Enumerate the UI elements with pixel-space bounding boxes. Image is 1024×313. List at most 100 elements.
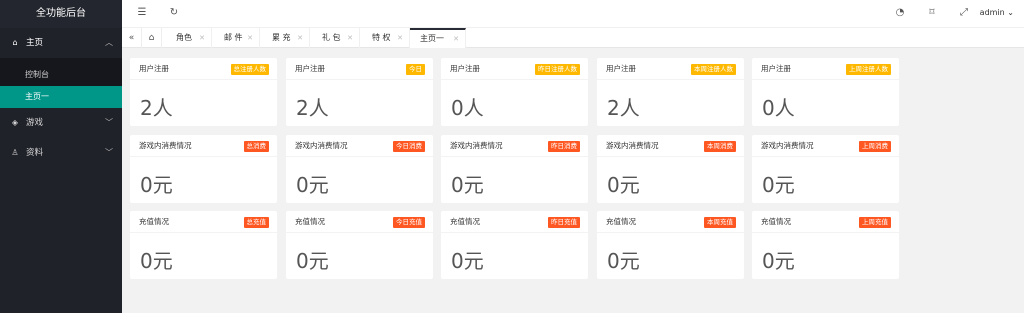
tab-role[interactable]: 角色 ✕ — [166, 28, 212, 48]
card-badge: 今日消费 — [393, 141, 425, 152]
top-header: ☰ ↻ ◔ ⌑ ⤢ admin ⌄ — [122, 0, 1024, 28]
card-header: 充值情况 今日充值 — [286, 211, 433, 233]
stat-card: 游戏内消费情况 总消费 0元 — [130, 135, 277, 203]
tab-home1[interactable]: 主页一 ✕ — [410, 28, 466, 48]
card-header: 用户注册 昨日注册人数 — [441, 58, 588, 80]
stat-card: 用户注册 上周注册人数 0人 — [752, 58, 899, 126]
tab-recharge-total[interactable]: 累 充 ✕ — [262, 28, 310, 48]
card-title: 游戏内消费情况 — [139, 141, 192, 150]
card-value: 0元 — [140, 173, 173, 197]
card-value: 0元 — [762, 249, 795, 273]
sidebar-item-game[interactable]: ◈ 游戏 ﹀ — [0, 108, 122, 138]
card-value: 2人 — [607, 96, 640, 120]
tab-bar: « ⌂ 角色 ✕ 邮 件 ✕ 累 充 ✕ 礼 包 ✕ 特 权 ✕ 主页一 ✕ — [122, 28, 1024, 48]
user-menu[interactable]: admin ⌄ — [980, 8, 1014, 17]
tab-label: 角色 — [176, 33, 192, 42]
close-icon[interactable]: ✕ — [247, 28, 253, 48]
card-value: 0元 — [607, 173, 640, 197]
app-logo-title: 全功能后台 — [0, 0, 122, 28]
card-value: 2人 — [296, 96, 329, 120]
card-badge: 今日 — [406, 64, 425, 75]
home-icon: ⌂ — [12, 38, 18, 47]
stat-card: 游戏内消费情况 上周消费 0元 — [752, 135, 899, 203]
close-icon[interactable]: ✕ — [397, 28, 403, 48]
card-header: 充值情况 总充值 — [130, 211, 277, 233]
card-value: 2人 — [140, 96, 173, 120]
stat-card: 游戏内消费情况 昨日消费 0元 — [441, 135, 588, 203]
tab-label: 礼 包 — [322, 33, 341, 42]
card-title: 充值情况 — [139, 217, 169, 226]
tab-gift[interactable]: 礼 包 ✕ — [312, 28, 360, 48]
card-title: 游戏内消费情况 — [606, 141, 659, 150]
card-title: 用户注册 — [606, 64, 636, 73]
close-icon[interactable]: ✕ — [199, 28, 205, 48]
card-badge: 总充值 — [243, 217, 269, 228]
stat-card: 充值情况 上周充值 0元 — [752, 211, 899, 279]
card-title: 充值情况 — [606, 217, 636, 226]
card-badge: 总消费 — [243, 141, 269, 152]
card-value: 0元 — [296, 173, 329, 197]
menu-toggle-icon[interactable]: ☰ — [136, 7, 148, 19]
card-value: 0元 — [607, 249, 640, 273]
card-header: 充值情况 昨日充值 — [441, 211, 588, 233]
sidebar-submenu-home: 控制台 主页一 — [0, 58, 122, 108]
card-title: 用户注册 — [295, 64, 325, 73]
card-value: 0元 — [140, 249, 173, 273]
card-title: 充值情况 — [295, 217, 325, 226]
card-badge: 昨日消费 — [548, 141, 580, 152]
card-badge: 上周消费 — [859, 141, 891, 152]
tab-home-icon[interactable]: ⌂ — [142, 28, 162, 48]
card-badge: 昨日充值 — [548, 217, 580, 228]
tabs-scroll-left-icon[interactable]: « — [122, 28, 142, 48]
fullscreen-icon[interactable]: ⤢ — [958, 7, 970, 19]
user-icon: ♙ — [11, 148, 19, 157]
sidebar-item-home[interactable]: ⌂ 主页 ︿ — [0, 28, 122, 58]
card-header: 用户注册 本周注册人数 — [597, 58, 744, 80]
tab-mail[interactable]: 邮 件 ✕ — [214, 28, 260, 48]
card-header: 游戏内消费情况 本周消费 — [597, 135, 744, 157]
stat-card: 充值情况 总充值 0元 — [130, 211, 277, 279]
card-title: 游戏内消费情况 — [450, 141, 503, 150]
close-icon[interactable]: ✕ — [297, 28, 303, 48]
tab-privilege[interactable]: 特 权 ✕ — [362, 28, 410, 48]
card-header: 游戏内消费情况 总消费 — [130, 135, 277, 157]
card-value: 0元 — [762, 173, 795, 197]
card-header: 充值情况 上周充值 — [752, 211, 899, 233]
sidebar-subitem-console[interactable]: 控制台 — [0, 64, 122, 86]
tab-label: 特 权 — [372, 33, 391, 42]
refresh-icon[interactable]: ↻ — [168, 7, 180, 19]
card-header: 游戏内消费情况 昨日消费 — [441, 135, 588, 157]
theme-icon[interactable]: ◔ — [894, 7, 906, 19]
card-badge: 上周充值 — [859, 217, 891, 228]
sidebar-subitem-home1[interactable]: 主页一 — [0, 86, 122, 108]
sidebar-item-label: 资料 — [26, 148, 44, 158]
card-badge: 本周充值 — [704, 217, 736, 228]
card-title: 用户注册 — [761, 64, 791, 73]
tag-icon[interactable]: ⌑ — [926, 7, 938, 19]
card-title: 用户注册 — [139, 64, 169, 73]
stat-card: 用户注册 今日 2人 — [286, 58, 433, 126]
chevron-down-icon: ⌄ — [1007, 8, 1014, 17]
card-badge: 今日充值 — [393, 217, 425, 228]
stat-card: 充值情况 本周充值 0元 — [597, 211, 744, 279]
close-icon[interactable]: ✕ — [453, 30, 459, 48]
stat-card: 用户注册 本周注册人数 2人 — [597, 58, 744, 126]
card-value: 0元 — [451, 249, 484, 273]
tab-label: 累 充 — [272, 33, 291, 42]
card-value: 0人 — [762, 96, 795, 120]
stat-card: 用户注册 总注册人数 2人 — [130, 58, 277, 126]
chevron-up-icon: ︿ — [105, 38, 113, 47]
sidebar-item-label: 游戏 — [26, 118, 44, 128]
card-header: 游戏内消费情况 上周消费 — [752, 135, 899, 157]
chevron-down-icon: ﹀ — [105, 118, 113, 127]
sidebar-item-data[interactable]: ♙ 资料 ﹀ — [0, 138, 122, 168]
stat-card: 充值情况 昨日充值 0元 — [441, 211, 588, 279]
card-title: 充值情况 — [450, 217, 480, 226]
card-badge: 昨日注册人数 — [535, 64, 580, 75]
card-header: 用户注册 今日 — [286, 58, 433, 80]
close-icon[interactable]: ✕ — [347, 28, 353, 48]
card-value: 0元 — [296, 249, 329, 273]
sidebar-item-label: 主页 — [26, 38, 44, 48]
card-header: 用户注册 总注册人数 — [130, 58, 277, 80]
card-badge: 本周注册人数 — [691, 64, 736, 75]
